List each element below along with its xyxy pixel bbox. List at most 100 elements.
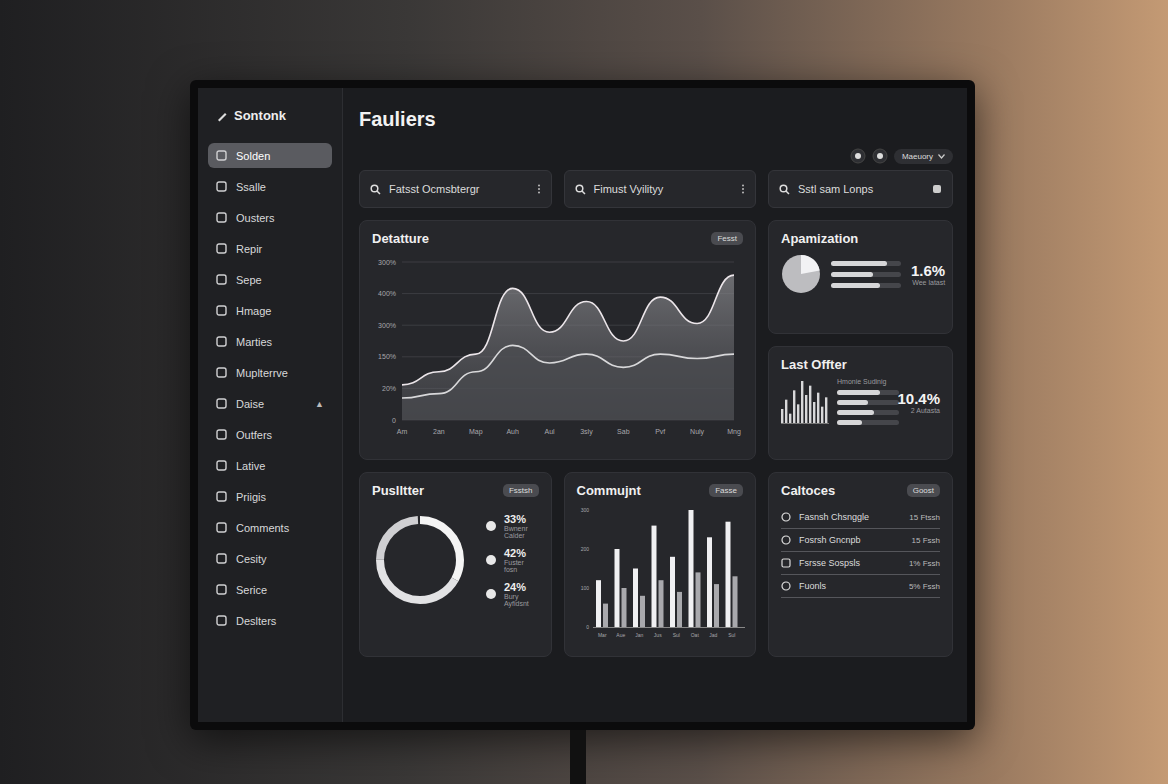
progress-track (837, 400, 899, 405)
menu-icon (216, 274, 227, 285)
filter-badge[interactable]: Fsstsh (503, 484, 539, 497)
search-icon (370, 184, 381, 195)
logo[interactable]: Sontonk (208, 102, 332, 137)
sidebar-label: Ssalle (236, 181, 266, 193)
axis-label: Aul (544, 428, 555, 435)
bar-label: Hmonie Sudinig (837, 378, 889, 385)
sidebar-label: Outfers (236, 429, 272, 441)
icon-shape (582, 191, 585, 194)
sidebar-item[interactable]: Ousters (208, 205, 332, 230)
row-value: 15 Fssh (912, 536, 940, 545)
menu-dropdown[interactable]: Maeuory (894, 149, 953, 164)
sidebar-item[interactable]: Comments (208, 515, 332, 540)
sidebar-item[interactable]: Ssalle (208, 174, 332, 199)
header-actions: Maeuory (768, 148, 953, 164)
icon-shape (217, 275, 226, 284)
menu-icon (216, 584, 227, 595)
menu-icon (216, 367, 227, 378)
axis-label: 2an (433, 428, 445, 435)
card-header: PuslltterFsstsh (372, 483, 539, 498)
row-label: Fosrsh Gncnpb (799, 535, 861, 545)
menu-icon (216, 212, 227, 223)
icon-shape (877, 153, 883, 159)
filter-badge[interactable]: Goost (907, 484, 940, 497)
list-row[interactable]: Fsrsse Sospsls1% Fssh (781, 552, 940, 575)
screen: Sontonk Solden Ssalle Ousters Repir Sepe Hmage… (198, 88, 967, 722)
axis-label: 3sly (580, 428, 593, 436)
donut-segment (380, 520, 460, 600)
legend-text: 33%Bwnenr Calder (504, 513, 539, 539)
list-row[interactable]: Fasnsh Chsnggle15 Ftssh (781, 506, 940, 529)
axis-line (593, 627, 745, 628)
mini-bar (821, 406, 823, 422)
progress-fill (837, 420, 862, 425)
mini-bar (789, 413, 791, 422)
sidebar-item[interactable]: Marties (208, 329, 332, 354)
row-value: 1% Fssh (909, 559, 940, 568)
sidebar-label: Muplterrve (236, 367, 288, 379)
sidebar-item[interactable]: Deslters (208, 608, 332, 633)
sidebar-item[interactable]: Priigis (208, 484, 332, 509)
icon-shape (217, 182, 226, 191)
legend-item: 42%Fuster fosn (486, 547, 539, 573)
sidebar-item[interactable]: Hmage (208, 298, 332, 323)
row-label: Fasnsh Chsnggle (799, 512, 869, 522)
sidebar-label: Sepe (236, 274, 262, 286)
icon-shape (576, 185, 583, 192)
progress-fill (837, 400, 868, 405)
card-title: Apamization (781, 231, 858, 246)
sidebar-label: Comments (236, 522, 289, 534)
filter-badge[interactable]: Fesst (711, 232, 743, 245)
card-header: CommujntFasse (577, 483, 744, 498)
icon-shape (742, 192, 744, 194)
sidebar-item[interactable]: Cesity (208, 546, 332, 571)
list-row[interactable]: Fosrsh Gncnpb 15 Fssh (781, 529, 940, 552)
sidebar-item[interactable]: Solden (208, 143, 332, 168)
bar (714, 584, 719, 627)
expand-toggle[interactable]: ▲ (315, 399, 324, 409)
axis-label: 300% (378, 259, 396, 266)
icon-shape (742, 185, 744, 187)
icon-shape (873, 149, 887, 163)
sidebar-item[interactable]: Lative (208, 453, 332, 478)
bell-icon[interactable] (850, 148, 866, 164)
dashboard-grid: Fatsst Ocmsbtergr Fimust Vyilityy Maeuory S… (359, 148, 953, 657)
page-title: Fauliers (359, 108, 436, 131)
menu-icon (216, 615, 227, 626)
filter-badge[interactable]: Fasse (709, 484, 743, 497)
sidebar-label: Marties (236, 336, 272, 348)
menu-icon (216, 181, 227, 192)
sidebar-item[interactable]: Muplterrve (208, 360, 332, 385)
pen-icon (216, 110, 228, 122)
menu-icon (216, 553, 227, 564)
donut-segment (380, 520, 460, 600)
icon-shape (855, 153, 861, 159)
search-field[interactable]: Sstl sam Lonps (768, 170, 953, 208)
bar (603, 604, 608, 627)
icon-shape (851, 149, 865, 163)
axis-label: 300% (378, 322, 396, 329)
search-field[interactable]: Fatsst Ocmsbtergr (359, 170, 552, 208)
user-icon[interactable] (872, 148, 888, 164)
sidebar-item[interactable]: Outfers (208, 422, 332, 447)
legend-value: 42% (504, 547, 539, 559)
icon-shape (217, 523, 226, 532)
bar (596, 580, 601, 627)
menu-icon (216, 429, 227, 440)
icon-shape (218, 113, 227, 122)
sidebar-item[interactable]: Repir (208, 236, 332, 261)
mini-bar (781, 409, 783, 423)
sidebar-label: Cesity (236, 553, 267, 565)
legend-dot (486, 589, 496, 599)
sidebar-item[interactable]: Daise▲ (208, 391, 332, 416)
globe-icon (781, 512, 791, 522)
pie-slice (801, 255, 820, 274)
legend-value: 24% (504, 581, 539, 593)
list-row[interactable]: Fuonls5% Fssh (781, 575, 940, 598)
menu-icon (216, 305, 227, 316)
search-field[interactable]: Fimust Vyilityy (564, 170, 757, 208)
icon-shape (782, 513, 790, 521)
sidebar-item[interactable]: Sepe (208, 267, 332, 292)
sidebar-item[interactable]: Serice (208, 577, 332, 602)
bar (677, 592, 682, 627)
